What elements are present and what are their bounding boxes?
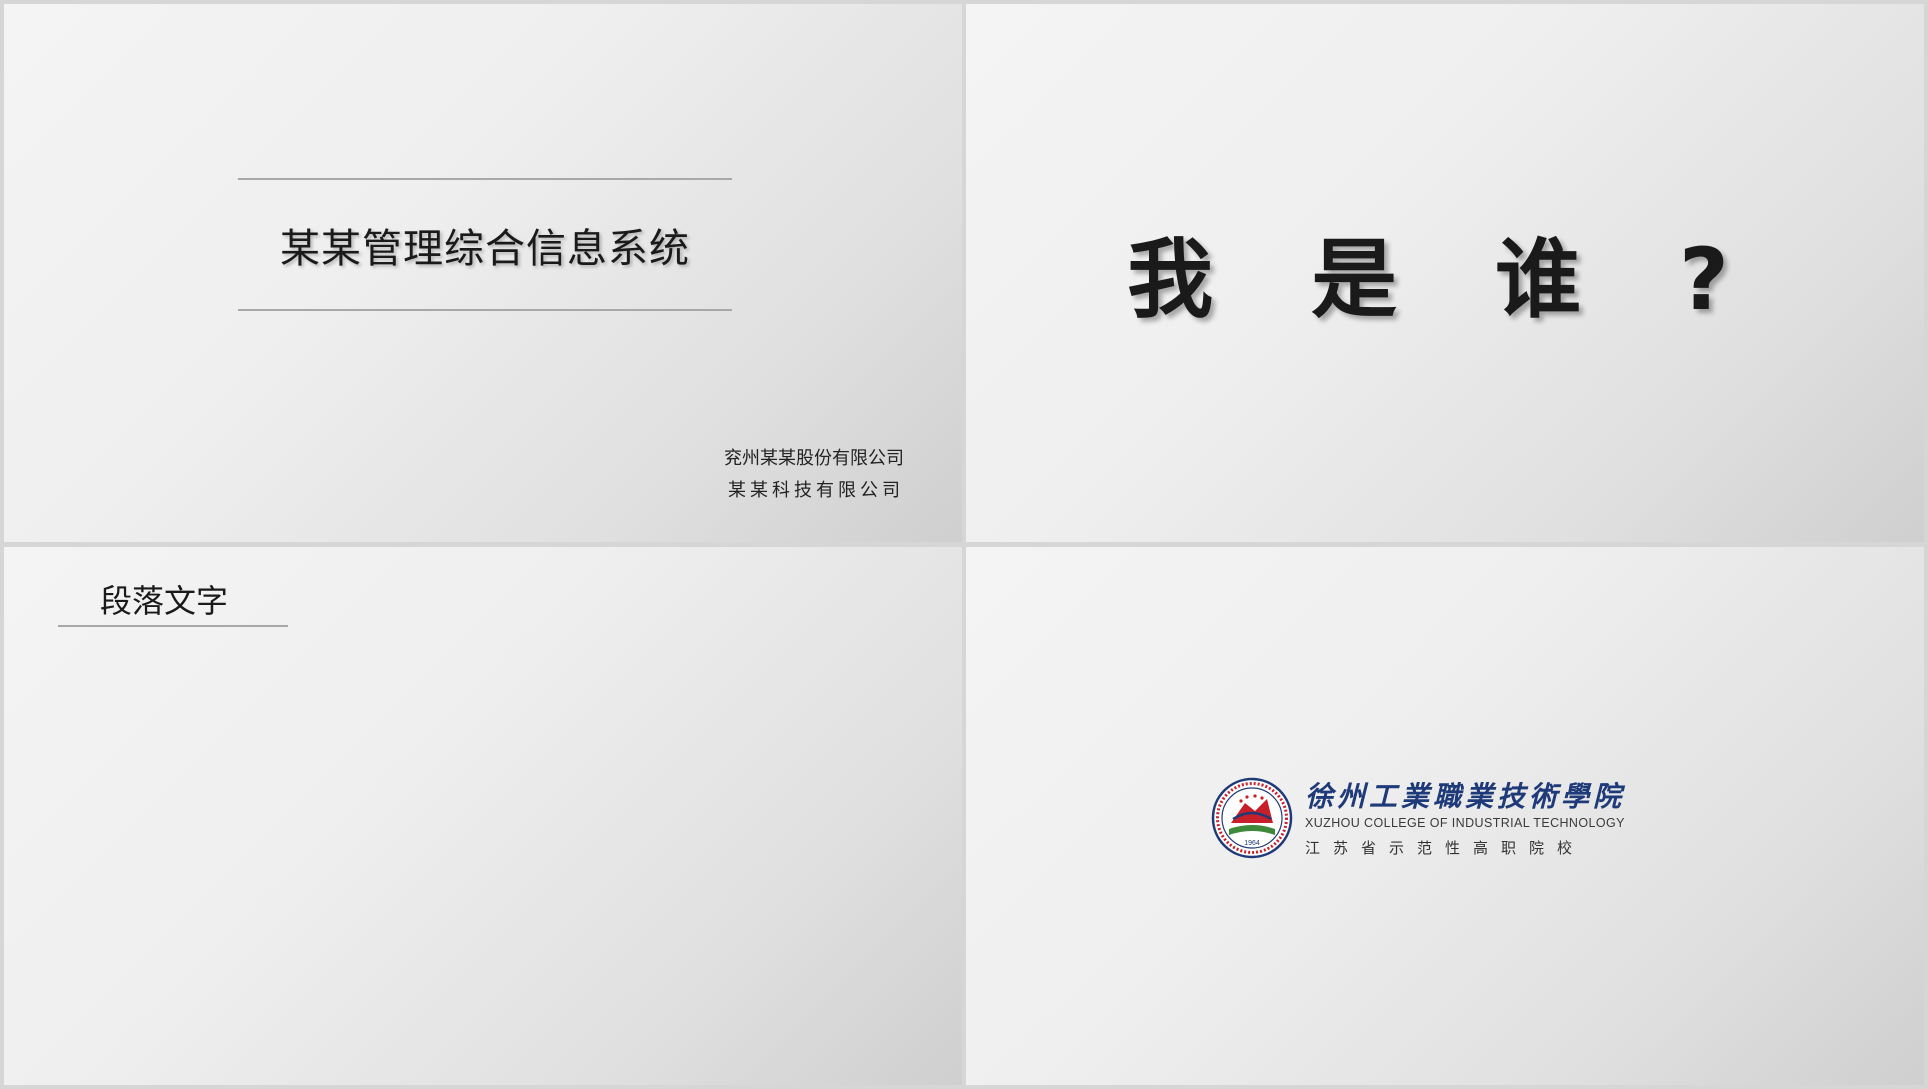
- slide-thumbnail-1[interactable]: 某某管理综合信息系统 兖州某某股份有限公司 某某科技有限公司: [4, 4, 962, 542]
- section-heading: 段落文字: [100, 582, 229, 620]
- college-chinese-name: 徐州工業職業技術學院: [1305, 780, 1626, 813]
- title-top-rule: [238, 178, 732, 180]
- college-emblem-icon: 1964: [1211, 777, 1293, 859]
- company-name-2: 某某科技有限公司: [728, 480, 904, 501]
- slide-sorter-grid: 某某管理综合信息系统 兖州某某股份有限公司 某某科技有限公司 我 是 谁 ? 段…: [0, 0, 1928, 1089]
- question-heading: 我 是 谁 ?: [1127, 230, 1763, 330]
- college-tagline: 江苏省示范性高职院校: [1305, 839, 1586, 857]
- heading-underline: [58, 625, 288, 627]
- slide-thumbnail-3[interactable]: 段落文字: [4, 547, 962, 1085]
- college-logo: 1964 徐州工業職業技術學院 XUZHOU COLLEGE OF INDUST…: [1211, 775, 1651, 865]
- slide-thumbnail-4[interactable]: 1964 徐州工業職業技術學院 XUZHOU COLLEGE OF INDUST…: [966, 547, 1924, 1085]
- slide-title: 某某管理综合信息系统: [280, 226, 690, 272]
- company-name-1: 兖州某某股份有限公司: [724, 448, 904, 469]
- title-bottom-rule: [238, 309, 732, 311]
- college-english-name: XUZHOU COLLEGE OF INDUSTRIAL TECHNOLOGY: [1305, 816, 1625, 830]
- emblem-year: 1964: [1244, 840, 1260, 847]
- slide-thumbnail-2[interactable]: 我 是 谁 ?: [966, 4, 1924, 542]
